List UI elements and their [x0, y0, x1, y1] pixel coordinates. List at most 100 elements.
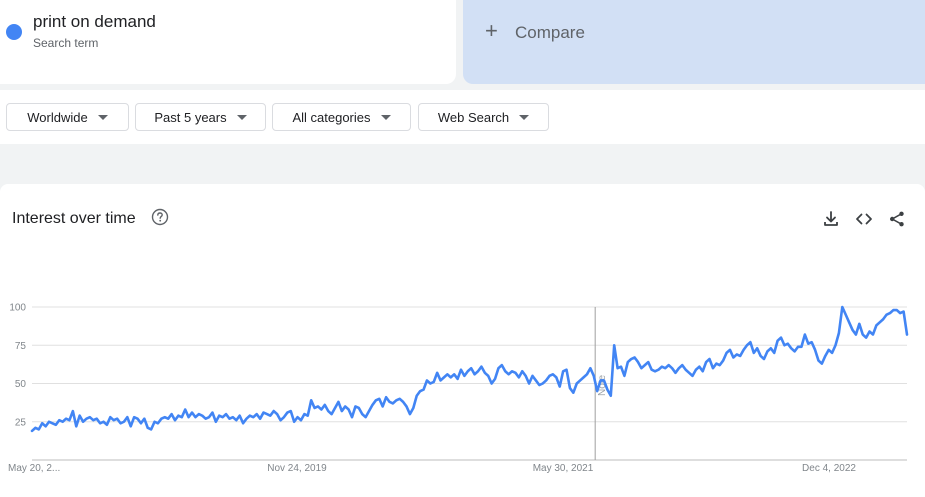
data-point: [419, 390, 421, 392]
data-point: [661, 365, 663, 367]
data-point: [215, 421, 217, 423]
data-point: [78, 414, 80, 416]
data-point: [320, 408, 322, 410]
data-point: [85, 417, 87, 419]
data-point: [235, 419, 237, 421]
search-term-card[interactable]: print on demand Search term: [0, 0, 456, 84]
data-point: [58, 419, 60, 421]
data-point: [109, 416, 111, 418]
data-point: [334, 407, 336, 409]
data-point: [654, 370, 656, 372]
data-point: [463, 375, 465, 377]
data-point: [528, 382, 530, 384]
data-point: [34, 427, 36, 429]
data-point: [906, 333, 908, 335]
data-point: [562, 370, 564, 372]
data-point: [191, 411, 193, 413]
data-point: [95, 417, 97, 419]
data-point: [153, 421, 155, 423]
search-term-name[interactable]: print on demand: [33, 12, 156, 32]
data-point: [511, 370, 513, 372]
data-point: [324, 404, 326, 406]
caret-down-icon: [380, 114, 391, 120]
data-point: [725, 352, 727, 354]
data-point: [490, 382, 492, 384]
data-point: [473, 373, 475, 375]
data-point: [341, 410, 343, 412]
data-point: [868, 330, 870, 332]
data-point: [106, 424, 108, 426]
data-point: [126, 416, 128, 418]
data-point: [273, 410, 275, 412]
data-point: [542, 382, 544, 384]
filter-time-range-dropdown[interactable]: Past 5 years: [135, 103, 266, 131]
data-point: [821, 362, 823, 364]
y-tick-label-50: 50: [15, 379, 27, 390]
data-point: [879, 321, 881, 323]
data-point: [719, 364, 721, 366]
data-point: [453, 373, 455, 375]
data-point: [194, 416, 196, 418]
data-point: [399, 398, 401, 400]
data-point: [31, 430, 33, 432]
data-point: [494, 378, 496, 380]
data-point: [119, 422, 121, 424]
data-point: [702, 370, 704, 372]
compare-button[interactable]: + Compare: [463, 0, 925, 84]
caret-down-icon: [97, 114, 108, 120]
chart-series: [30, 305, 909, 433]
data-point: [552, 373, 554, 375]
data-point: [736, 353, 738, 355]
data-point: [896, 309, 898, 311]
data-point: [439, 379, 441, 381]
data-point: [531, 375, 533, 377]
filter-category-dropdown[interactable]: All categories: [272, 103, 411, 131]
data-point: [827, 349, 829, 351]
data-point: [824, 355, 826, 357]
plus-icon: +: [485, 18, 498, 43]
data-point: [497, 367, 499, 369]
data-point: [671, 367, 673, 369]
data-point: [705, 361, 707, 363]
filter-location-dropdown[interactable]: Worldwide: [6, 103, 129, 131]
data-point: [123, 421, 125, 423]
data-point: [715, 362, 717, 364]
data-point: [174, 419, 176, 421]
data-point: [368, 410, 370, 412]
data-point: [388, 401, 390, 403]
data-point: [225, 413, 227, 415]
data-point: [576, 382, 578, 384]
data-point: [582, 376, 584, 378]
data-point: [102, 421, 104, 423]
data-point: [729, 349, 731, 351]
data-point: [797, 346, 799, 348]
data-point: [385, 396, 387, 398]
data-point: [402, 401, 404, 403]
data-point: [477, 370, 479, 372]
data-point: [221, 416, 223, 418]
data-point: [504, 370, 506, 372]
data-point: [848, 321, 850, 323]
series-line-print-on-demand: [30, 305, 909, 433]
data-point: [344, 405, 346, 407]
data-point: [204, 417, 206, 419]
interest-over-time-card: Interest over time 100 75 50 25 May 20, 2..…: [0, 184, 925, 497]
data-point: [232, 416, 234, 418]
data-point: [409, 413, 411, 415]
data-point: [198, 413, 200, 415]
data-point: [599, 379, 601, 381]
search-term-color-dot: [6, 24, 22, 40]
interest-over-time-chart[interactable]: 100 75 50 25 May 20, 2... Nov 24, 2019 May 30…: [0, 184, 925, 497]
data-point: [55, 424, 57, 426]
data-point: [722, 359, 724, 361]
data-point: [753, 352, 755, 354]
data-point: [613, 344, 615, 346]
data-point: [416, 395, 418, 397]
data-point: [514, 372, 516, 374]
data-point: [770, 347, 772, 349]
data-point: [252, 416, 254, 418]
data-point: [899, 312, 901, 314]
filter-search-type-dropdown[interactable]: Web Search: [418, 103, 549, 131]
caret-down-icon: [236, 114, 247, 120]
data-point: [283, 416, 285, 418]
